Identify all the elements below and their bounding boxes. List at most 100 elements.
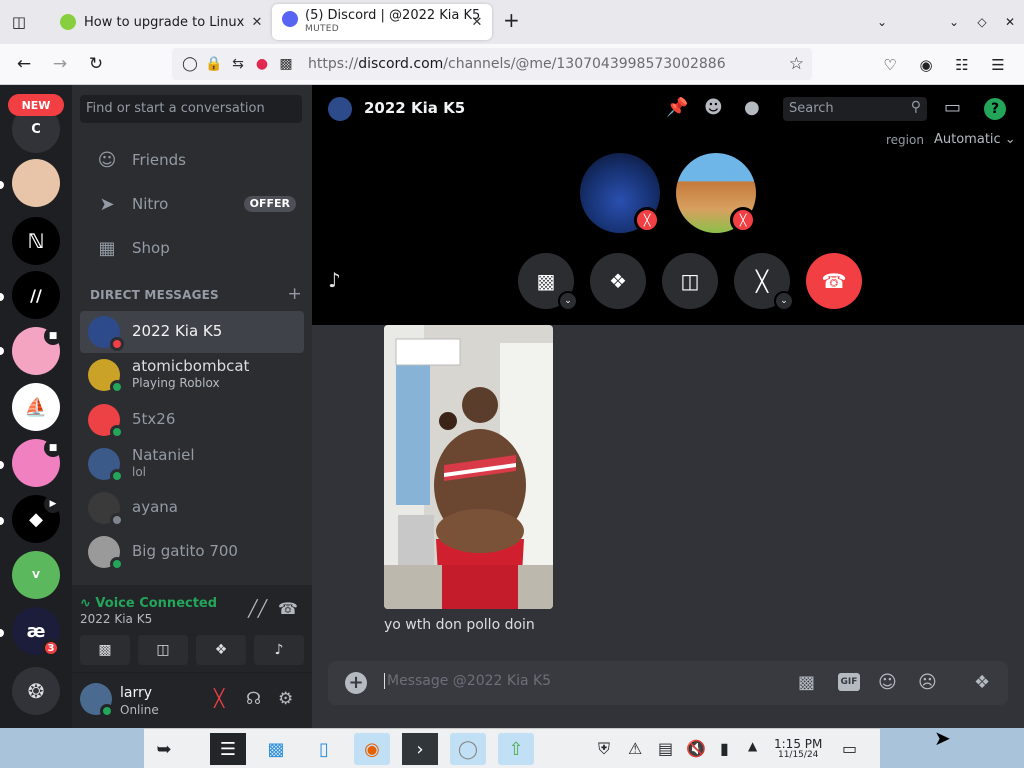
url-text[interactable]: https://discord.com/channels/@me/1307043… xyxy=(308,56,726,72)
help-icon[interactable]: ? xyxy=(984,98,1006,120)
nav-nitro[interactable]: ➤ Nitro OFFER xyxy=(80,183,304,225)
search-input[interactable]: Find or start a conversation xyxy=(80,95,302,123)
menu-icon[interactable]: ☰ xyxy=(980,56,1016,74)
clock[interactable]: 1:15 PM 11/15/24 xyxy=(774,737,822,760)
url-bar[interactable]: ◯ 🔒 ⇆ ● ▩ https://discord.com/channels/@… xyxy=(172,48,812,80)
headphones-icon[interactable]: ☊ xyxy=(246,689,261,709)
new-tab-button[interactable]: + xyxy=(503,8,520,32)
new-badge[interactable]: NEW xyxy=(8,94,64,116)
create-dm-icon[interactable]: + xyxy=(288,284,302,304)
user-profile-icon[interactable]: ● xyxy=(744,97,760,118)
emoji-icon[interactable]: ☹ xyxy=(918,672,937,693)
disconnect-icon[interactable]: ☎ xyxy=(278,599,298,618)
clipboard-icon[interactable]: ▤ xyxy=(658,739,673,758)
dm-item-big-gatito[interactable]: Big gatito 700 xyxy=(80,531,304,573)
account-icon[interactable]: ◉ xyxy=(908,56,944,74)
soundboard-button[interactable]: ♪ xyxy=(254,635,304,665)
microphone-icon[interactable]: ● xyxy=(250,56,274,72)
maximize-icon[interactable]: ◇ xyxy=(968,15,996,29)
chevron-down-icon[interactable]: ⌄ xyxy=(558,291,578,311)
show-tray-icon[interactable]: ▲ xyxy=(748,739,757,753)
mic-toggle-button[interactable]: ╳ ⌄ xyxy=(734,253,794,311)
screen-share-button[interactable]: ◫ xyxy=(662,253,718,309)
volume-muted-icon[interactable]: 🔇 xyxy=(686,739,706,758)
tab-list-icon[interactable]: ◫ xyxy=(0,0,38,44)
add-friends-icon[interactable]: ☻ xyxy=(704,97,723,118)
gif-button[interactable]: GIF xyxy=(838,673,860,691)
server-slash-logo[interactable]: // xyxy=(12,271,60,319)
dm-item-kia[interactable]: 2022 Kia K5 xyxy=(80,311,304,353)
back-icon[interactable]: ← xyxy=(6,54,42,74)
server-sailboat[interactable]: ⛵ xyxy=(12,383,60,431)
dm-item-ayana[interactable]: ayana xyxy=(80,487,304,529)
notifications-icon[interactable]: ⚠ xyxy=(628,739,642,758)
server-avatar-blonde[interactable] xyxy=(12,159,60,207)
vpn-shield-icon[interactable]: ⛨ xyxy=(598,739,610,759)
settings-gear-icon[interactable]: ⚙ xyxy=(278,689,293,709)
shield-icon[interactable]: ◯ xyxy=(178,56,202,72)
nav-shop[interactable]: ▦ Shop xyxy=(80,227,304,269)
discover-store-icon[interactable]: ▩ xyxy=(258,733,294,765)
dm-item-atomicbombcat[interactable]: atomicbombcat Playing Roblox xyxy=(80,354,304,396)
dm-sidebar: Find or start a conversation ☺ Friends ➤… xyxy=(72,85,312,728)
forward-icon[interactable]: → xyxy=(42,54,78,74)
voice-channel-name[interactable]: 2022 Kia K5 xyxy=(80,612,152,626)
dm-item-nataniel[interactable]: Nataniel lol xyxy=(80,443,304,485)
message-input[interactable]: Message @2022 Kia K5 xyxy=(384,673,551,689)
extensions-icon[interactable]: ☷ xyxy=(944,56,980,74)
permissions-icon[interactable]: ⇆ xyxy=(226,56,250,72)
leave-call-button[interactable]: ☎ xyxy=(806,253,862,309)
screen-share-button[interactable]: ◫ xyxy=(138,635,188,665)
update-icon[interactable]: ⇧ xyxy=(498,733,534,765)
activities-button[interactable]: ❖ xyxy=(196,635,246,665)
minimize-icon[interactable]: ⌄ xyxy=(940,15,968,29)
lock-icon[interactable]: 🔒 xyxy=(202,56,226,72)
battery-icon[interactable]: ▮ xyxy=(720,739,729,758)
nav-friends[interactable]: ☺ Friends xyxy=(80,139,304,181)
inbox-icon[interactable]: ▭ xyxy=(944,97,961,118)
camera-off-button[interactable]: ▩ xyxy=(80,635,130,665)
activities-button[interactable]: ❖ xyxy=(590,253,646,309)
file-manager-icon[interactable]: ▯ xyxy=(306,733,342,765)
browser-tab-bar: ◫ How to upgrade to Linux M ✕ (5) Discor… xyxy=(0,0,1024,44)
app-launcher-icon[interactable]: ➥ xyxy=(146,733,182,765)
bookmark-star-icon[interactable]: ☆ xyxy=(789,54,804,74)
apps-icon[interactable]: ❖ xyxy=(974,672,990,693)
browser-tab-linux[interactable]: How to upgrade to Linux M ✕ xyxy=(50,4,268,40)
pocket-icon[interactable]: ♡ xyxy=(872,56,908,74)
sticker-icon[interactable]: ☺ xyxy=(878,672,897,693)
show-desktop-icon[interactable]: ▭ xyxy=(842,739,857,758)
reload-icon[interactable]: ↻ xyxy=(78,54,114,74)
search-input[interactable]: Search ⚲ xyxy=(783,97,927,121)
explore-servers-icon[interactable]: ❂ xyxy=(12,667,60,715)
noise-suppression-icon[interactable]: ╱╱ xyxy=(248,599,267,618)
dm-name: 2022 Kia K5 xyxy=(132,322,223,340)
camera-toggle-button[interactable]: ▩ ⌄ xyxy=(518,253,578,311)
close-tab-icon[interactable]: ✕ xyxy=(246,15,268,30)
autoplay-blocked-icon[interactable]: ▩ xyxy=(274,56,298,72)
close-window-icon[interactable]: ✕ xyxy=(996,15,1024,29)
close-tab-icon[interactable]: ✕ xyxy=(466,15,488,30)
firefox-icon[interactable]: ◉ xyxy=(354,733,390,765)
soundboard-icon[interactable]: ♪ xyxy=(328,268,341,292)
message-image-attachment[interactable] xyxy=(384,325,553,609)
list-all-tabs-icon[interactable]: ⌄ xyxy=(868,15,896,29)
server-vegans[interactable]: V xyxy=(12,551,60,599)
server-n-logo[interactable]: ℕ xyxy=(12,217,60,265)
gift-icon[interactable]: ▩ xyxy=(798,672,815,693)
dm-name: Nataniel xyxy=(132,446,195,464)
server-chat-icon: ■ xyxy=(44,327,62,345)
terminal-icon[interactable]: › xyxy=(402,733,438,765)
mic-muted-icon[interactable]: ╳ xyxy=(214,689,224,709)
shield-app-icon[interactable]: ◯ xyxy=(450,733,486,765)
voice-connected-status[interactable]: ∿ Voice Connected xyxy=(80,596,217,611)
region-select[interactable]: Automatic ⌄ xyxy=(934,132,1016,147)
pin-icon[interactable]: 📌 xyxy=(666,97,688,118)
username[interactable]: larry xyxy=(120,685,152,701)
add-attachment-button[interactable]: + xyxy=(345,672,367,694)
browser-tab-discord[interactable]: (5) Discord | @2022 Kia K5 MUTED ✕ xyxy=(272,4,492,40)
tab-muted-label: MUTED xyxy=(305,24,339,34)
dm-item-5tx26[interactable]: 5tx26 xyxy=(80,399,304,441)
chevron-down-icon[interactable]: ⌄ xyxy=(774,291,794,311)
system-settings-icon[interactable]: ☰ xyxy=(210,733,246,765)
